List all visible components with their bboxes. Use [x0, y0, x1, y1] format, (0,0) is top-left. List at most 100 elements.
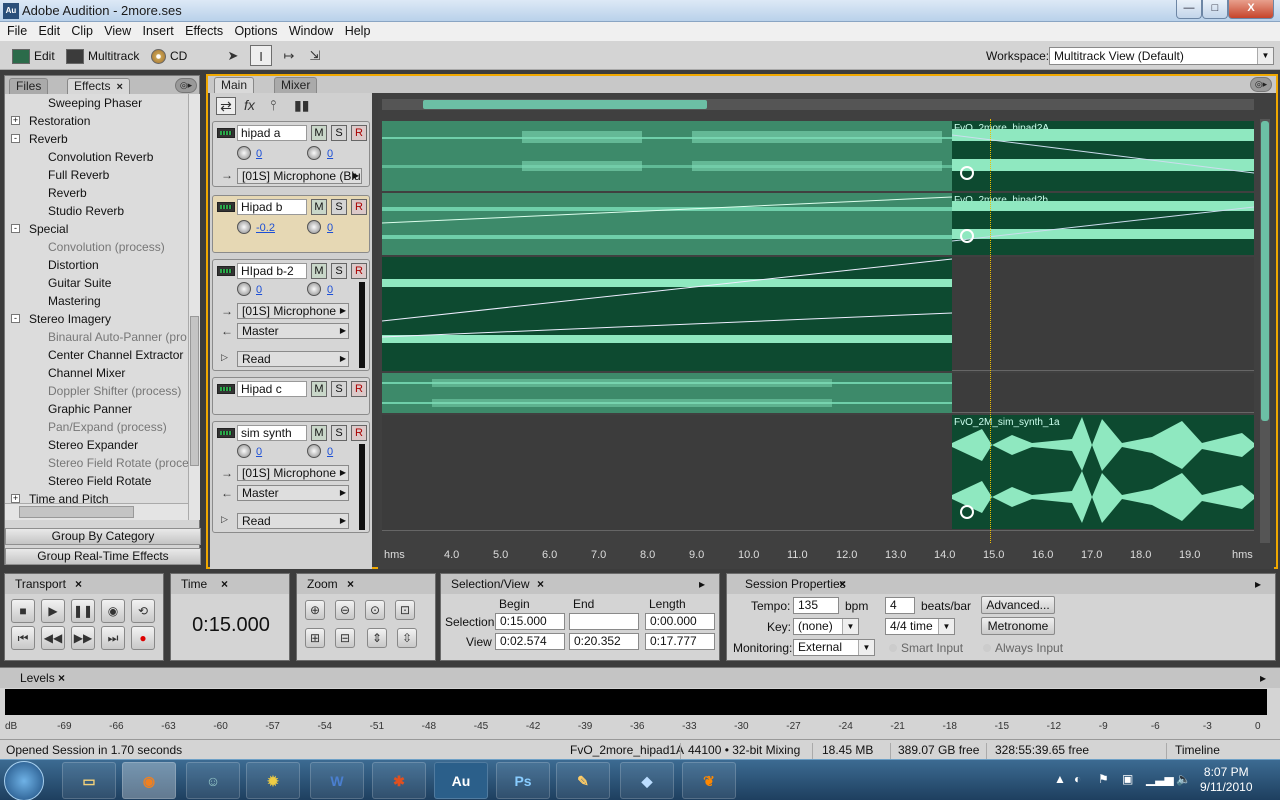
output-select[interactable]: Master: [237, 323, 349, 339]
zoom-overview-bar[interactable]: [382, 99, 1254, 110]
pan-knob[interactable]: [307, 146, 321, 160]
play-from-cursor-button[interactable]: ◉: [101, 599, 125, 623]
effects-toggle-icon[interactable]: fx: [244, 97, 255, 113]
collapse-icon[interactable]: -: [11, 134, 20, 143]
effect-item[interactable]: Stereo Expander: [5, 436, 188, 454]
audio-clip[interactable]: [382, 193, 952, 255]
input-select[interactable]: [01S] Microphone (Blu: [237, 168, 362, 184]
edit-view-button[interactable]: Edit: [12, 46, 55, 66]
mute-button[interactable]: M: [311, 263, 327, 279]
tab-effects[interactable]: Effects ×: [67, 78, 130, 94]
menu-help[interactable]: Help: [338, 22, 371, 38]
effect-item[interactable]: Stereo Field Rotate: [5, 472, 188, 490]
photoshop-taskbar-button[interactable]: Ps: [496, 762, 550, 799]
close-icon[interactable]: ×: [75, 577, 82, 591]
track-name-field[interactable]: hipad a: [237, 125, 307, 141]
zoom-right-icon[interactable]: ⊟: [335, 628, 355, 648]
audio-clip[interactable]: [382, 373, 952, 413]
scroll-thumb[interactable]: [19, 506, 134, 518]
panel-menu-icon[interactable]: ◎▸: [1250, 77, 1272, 92]
fl-studio-icon[interactable]: ❦: [682, 762, 736, 799]
record-button[interactable]: R: [351, 263, 367, 279]
track-lane-hipad-b[interactable]: FvO_2more_hipad2b: [382, 193, 1254, 255]
messenger-icon[interactable]: ☺: [186, 762, 240, 799]
overview-thumb[interactable]: [423, 100, 707, 109]
smart-input-option[interactable]: Smart Input: [889, 641, 963, 655]
effect-item[interactable]: Binaural Auto-Panner (pro: [5, 328, 188, 346]
track-lane-hipad-b-2[interactable]: [382, 257, 1254, 371]
volume-value[interactable]: 0: [256, 446, 262, 458]
tab-mixer[interactable]: Mixer: [274, 77, 318, 93]
monitoring-select[interactable]: External ▼: [793, 639, 875, 656]
maximize-button[interactable]: □: [1202, 0, 1228, 19]
minimize-button[interactable]: —: [1176, 0, 1202, 19]
record-button[interactable]: R: [351, 381, 367, 397]
effect-item[interactable]: Channel Mixer: [5, 364, 188, 382]
pause-button[interactable]: ❚❚: [71, 599, 95, 623]
expand-icon[interactable]: +: [11, 494, 20, 503]
explorer-icon[interactable]: ▭: [62, 762, 116, 799]
panel-menu-icon[interactable]: ▸: [1255, 577, 1261, 591]
record-button[interactable]: R: [351, 125, 367, 141]
firefox-icon[interactable]: ◉: [122, 762, 176, 799]
effect-item[interactable]: Pan/Expand (process): [5, 418, 188, 436]
menu-options[interactable]: Options: [227, 22, 277, 38]
effects-vertical-scrollbar[interactable]: [188, 94, 200, 520]
bars-toggle-icon[interactable]: ▮▮: [294, 97, 309, 114]
track-header-hipad-b-2[interactable]: HIpad b-2 M S R 0 0 → [01S] Microphone ←…: [212, 259, 370, 371]
loop-button[interactable]: ⟲: [131, 599, 155, 623]
scroll-thumb[interactable]: [190, 316, 199, 466]
solo-button[interactable]: S: [331, 263, 347, 279]
pan-value[interactable]: 0: [327, 446, 333, 458]
volume-value[interactable]: 0: [256, 284, 262, 296]
effect-item[interactable]: Distortion: [5, 256, 188, 274]
pan-knob[interactable]: [307, 444, 321, 458]
solo-button[interactable]: S: [331, 381, 347, 397]
audio-clip[interactable]: [382, 257, 952, 371]
selection-end-field[interactable]: [569, 613, 639, 630]
python-icon[interactable]: ✎: [556, 762, 610, 799]
track-name-field[interactable]: Hipad b: [237, 199, 307, 215]
close-icon[interactable]: ×: [537, 577, 544, 591]
scrub-tool-icon[interactable]: ↦: [278, 45, 300, 66]
close-icon[interactable]: ×: [221, 577, 228, 591]
input-select[interactable]: [01S] Microphone: [237, 303, 349, 319]
effect-item[interactable]: Mastering: [5, 292, 188, 310]
volume-icon[interactable]: 🔈: [1176, 772, 1191, 786]
effect-item[interactable]: Reverb: [5, 184, 188, 202]
track-header-hipad-b[interactable]: Hipad b M S R -0.2 0: [212, 195, 370, 253]
close-button[interactable]: X: [1228, 0, 1274, 19]
menu-clip[interactable]: Clip: [64, 22, 93, 38]
play-button[interactable]: ▶: [41, 599, 65, 623]
zoom-out-vertical-icon[interactable]: ⇳: [397, 628, 417, 648]
menu-insert[interactable]: Insert: [136, 22, 174, 38]
collapse-icon[interactable]: -: [11, 314, 20, 323]
tab-files[interactable]: Files: [9, 78, 49, 94]
fast-forward-button[interactable]: ▶▶: [71, 626, 95, 650]
flag-icon[interactable]: ⚑: [1098, 772, 1109, 786]
time-selection-tool-icon[interactable]: I: [250, 45, 272, 66]
io-toggle-icon[interactable]: ⇄: [216, 97, 236, 115]
effect-item[interactable]: Stereo Field Rotate (proce: [5, 454, 188, 472]
panel-menu-icon[interactable]: ◎▸: [175, 78, 197, 93]
go-to-start-button[interactable]: ⏮: [11, 626, 35, 650]
device-icon[interactable]: ▣: [1122, 772, 1133, 786]
panel-menu-icon[interactable]: ▸: [699, 577, 705, 591]
winamp-icon[interactable]: ✹: [246, 762, 300, 799]
effect-item[interactable]: Center Channel Extractor: [5, 346, 188, 364]
zoom-selection-icon[interactable]: ⊡: [395, 600, 415, 620]
record-transport-button[interactable]: ●: [131, 626, 155, 650]
effect-category[interactable]: - Stereo Imagery: [5, 310, 188, 328]
eq-toggle-icon[interactable]: ⫯: [270, 97, 276, 114]
volume-value[interactable]: 0: [256, 148, 262, 160]
menu-effects[interactable]: Effects: [178, 22, 223, 38]
advanced-button[interactable]: Advanced...: [981, 596, 1055, 614]
selection-length-field[interactable]: 0:00.000: [645, 613, 715, 630]
audio-clip[interactable]: [382, 121, 952, 191]
input-select[interactable]: [01S] Microphone: [237, 465, 349, 481]
word-icon[interactable]: W: [310, 762, 364, 799]
track-header-sim-synth[interactable]: sim synth M S R 0 0 → [01S] Microphone ←…: [212, 421, 370, 533]
menu-window[interactable]: Window: [282, 22, 333, 38]
pan-knob[interactable]: [307, 282, 321, 296]
time-ruler[interactable]: hms hms 4.0 5.0 6.0 7.0 8.0 9.0 10.0 11.0 12.0 13…: [382, 543, 1254, 565]
